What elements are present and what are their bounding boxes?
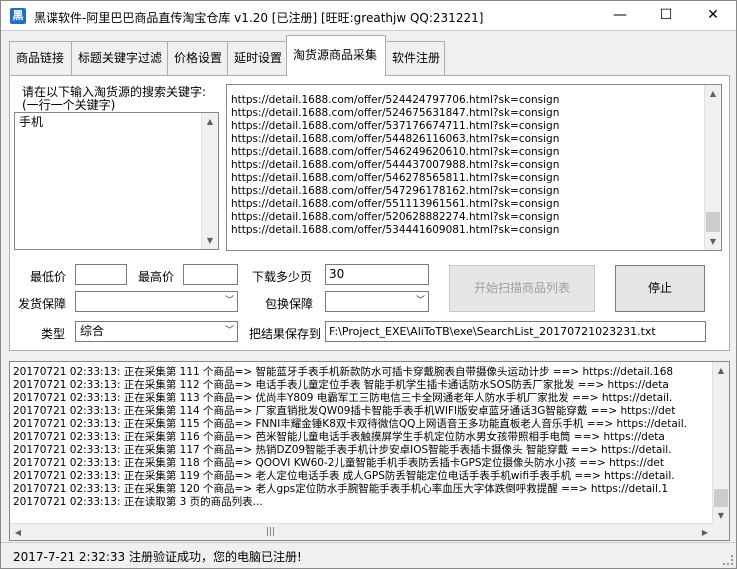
scroll-down-icon[interactable]: ▼ xyxy=(202,232,218,249)
log-line: 20170721 02:33:13: 正在采集第 111 个商品=> 智能蓝牙手… xyxy=(13,366,674,378)
type-value: 综合 xyxy=(80,324,105,338)
window-title: 黑谍软件-阿里巴巴商品直传淘宝仓库 v1.20 [已注册] [旺旺:greath… xyxy=(34,11,484,25)
tab-product-links[interactable]: 商品链接 xyxy=(9,41,72,75)
log-line: 20170721 02:33:13: 正在采集第 119 个商品=> 老人定位电… xyxy=(13,470,675,482)
log-line: 20170721 02:33:13: 正在采集第 115 个商品=> FNNI丰… xyxy=(13,418,687,430)
url-line: https://detail.1688.com/offer/5444370079… xyxy=(231,159,560,171)
url-line: https://detail.1688.com/offer/5448261160… xyxy=(231,133,560,145)
keywords-text: 手机 xyxy=(19,115,44,129)
url-line: https://detail.1688.com/offer/5371766747… xyxy=(231,120,560,132)
scroll-thumb[interactable] xyxy=(714,489,728,507)
save-path-label: 把结果保存到 xyxy=(249,327,322,341)
title-bar: 黑 黑谍软件-阿里巴巴商品直传淘宝仓库 v1.20 [已注册] [旺旺:grea… xyxy=(1,1,736,31)
app-icon: 黑 xyxy=(10,8,26,24)
save-path-input[interactable]: F:\Project_EXE\AliToTB\exe\SearchList_20… xyxy=(325,321,706,342)
ship-guarantee-select[interactable]: ﹀ xyxy=(75,291,238,312)
min-price-label: 最低价 xyxy=(30,270,67,284)
chevron-down-icon: ﹀ xyxy=(224,296,234,306)
log-line: 20170721 02:33:13: 正在采集第 120 个商品=> 老人gps… xyxy=(13,483,668,495)
tab-source-collect[interactable]: 淘货源商品采集 xyxy=(286,35,386,76)
scroll-left-icon[interactable]: ◀ xyxy=(10,524,26,540)
exchange-guarantee-label: 包换保障 xyxy=(265,297,314,311)
url-line: https://detail.1688.com/offer/5472961781… xyxy=(231,185,560,197)
chevron-down-icon: ﹀ xyxy=(224,326,234,336)
ship-guarantee-label: 发货保障 xyxy=(18,297,67,311)
scroll-up-icon[interactable]: ▲ xyxy=(202,113,218,130)
log-vscrollbar[interactable]: ▲ ▼ xyxy=(712,362,729,524)
url-line: https://detail.1688.com/offer/5244247977… xyxy=(231,94,560,106)
scroll-down-icon[interactable]: ▼ xyxy=(713,507,729,524)
max-price-input[interactable] xyxy=(183,264,238,285)
main-window: 黑 黑谍软件-阿里巴巴商品直传淘宝仓库 v1.20 [已注册] [旺旺:grea… xyxy=(0,0,737,569)
scroll-down-icon[interactable]: ▼ xyxy=(705,233,721,250)
keywords-textarea[interactable]: 手机 ▲ ▼ xyxy=(14,112,219,250)
url-line: https://detail.1688.com/offer/5246756318… xyxy=(231,107,560,119)
url-line: https://detail.1688.com/offer/5344416090… xyxy=(231,224,560,236)
scroll-up-icon[interactable]: ▲ xyxy=(705,85,721,102)
stop-button[interactable]: 停止 xyxy=(615,265,705,312)
log-lines: 20170721 02:33:13: 正在采集第 111 个商品=> 智能蓝牙手… xyxy=(13,366,687,509)
tab-registration[interactable]: 软件注册 xyxy=(385,41,445,75)
status-bar: 2017-7-21 2:32:33 注册验证成功，您的电脑已注册! xyxy=(1,542,736,568)
tab-title-keyword-filter[interactable]: 标题关键字过滤 xyxy=(71,41,168,75)
log-line: 20170721 02:33:13: 正在采集第 116 个商品=> 芭米智能儿… xyxy=(13,431,665,443)
scroll-up-icon[interactable]: ▲ xyxy=(713,362,729,379)
minimize-button[interactable]: — xyxy=(597,1,643,30)
url-line: https://detail.1688.com/offer/5462496206… xyxy=(231,146,560,158)
max-price-label: 最高价 xyxy=(138,270,175,284)
close-button[interactable]: ✕ xyxy=(690,1,736,30)
keyword-prompt-hint: (一行一个关键字) xyxy=(22,98,116,112)
chevron-down-icon: ﹀ xyxy=(415,296,425,306)
log-line: 20170721 02:33:13: 正在采集第 113 个商品=> 优尚丰Y8… xyxy=(13,392,673,404)
min-price-input[interactable] xyxy=(75,264,127,285)
log-hscrollbar[interactable]: ◀ ||| ▶ xyxy=(10,523,713,540)
resize-grip-icon[interactable] xyxy=(723,555,733,565)
tab-delay-settings[interactable]: 延时设置 xyxy=(227,41,288,75)
url-list-scrollbar[interactable]: ▲ ▼ xyxy=(704,85,721,250)
log-line: 20170721 02:33:13: 正在读取第 3 页的商品列表... xyxy=(13,496,263,508)
url-list-textarea[interactable]: https://detail.1688.com/offer/5244247977… xyxy=(226,84,722,251)
scroll-grip-icon[interactable]: ||| xyxy=(266,527,275,537)
keywords-scrollbar[interactable]: ▲ ▼ xyxy=(201,113,218,249)
maximize-button[interactable]: ☐ xyxy=(643,1,689,30)
scroll-corner xyxy=(712,523,729,540)
url-line: https://detail.1688.com/offer/5206288822… xyxy=(231,211,560,223)
exchange-guarantee-select[interactable]: ﹀ xyxy=(325,291,429,312)
log-line: 20170721 02:33:13: 正在采集第 112 个商品=> 电话手表儿… xyxy=(13,379,669,391)
pages-input[interactable]: 30 xyxy=(325,264,429,285)
log-line: 20170721 02:33:13: 正在采集第 117 个商品=> 热销DZ0… xyxy=(13,444,672,456)
url-list: https://detail.1688.com/offer/5244247977… xyxy=(231,94,559,237)
url-line: https://detail.1688.com/offer/5462785658… xyxy=(231,172,560,184)
start-scan-button[interactable]: 开始扫描商品列表 xyxy=(449,265,595,312)
type-select[interactable]: 综合 ﹀ xyxy=(75,321,238,342)
pages-label: 下载多少页 xyxy=(252,270,313,284)
log-line: 20170721 02:33:13: 正在采集第 118 个商品=> QOOVI… xyxy=(13,457,664,469)
status-text: 2017-7-21 2:32:33 注册验证成功，您的电脑已注册! xyxy=(13,550,302,564)
tab-price-settings[interactable]: 价格设置 xyxy=(167,41,228,75)
scroll-right-icon[interactable]: ▶ xyxy=(697,524,713,540)
log-output[interactable]: 20170721 02:33:13: 正在采集第 111 个商品=> 智能蓝牙手… xyxy=(9,361,730,541)
log-line: 20170721 02:33:13: 正在采集第 114 个商品=> 厂家直销批… xyxy=(13,405,676,417)
scroll-thumb[interactable] xyxy=(706,212,720,232)
type-label: 类型 xyxy=(41,327,66,341)
url-line: https://detail.1688.com/offer/5511139615… xyxy=(231,198,560,210)
